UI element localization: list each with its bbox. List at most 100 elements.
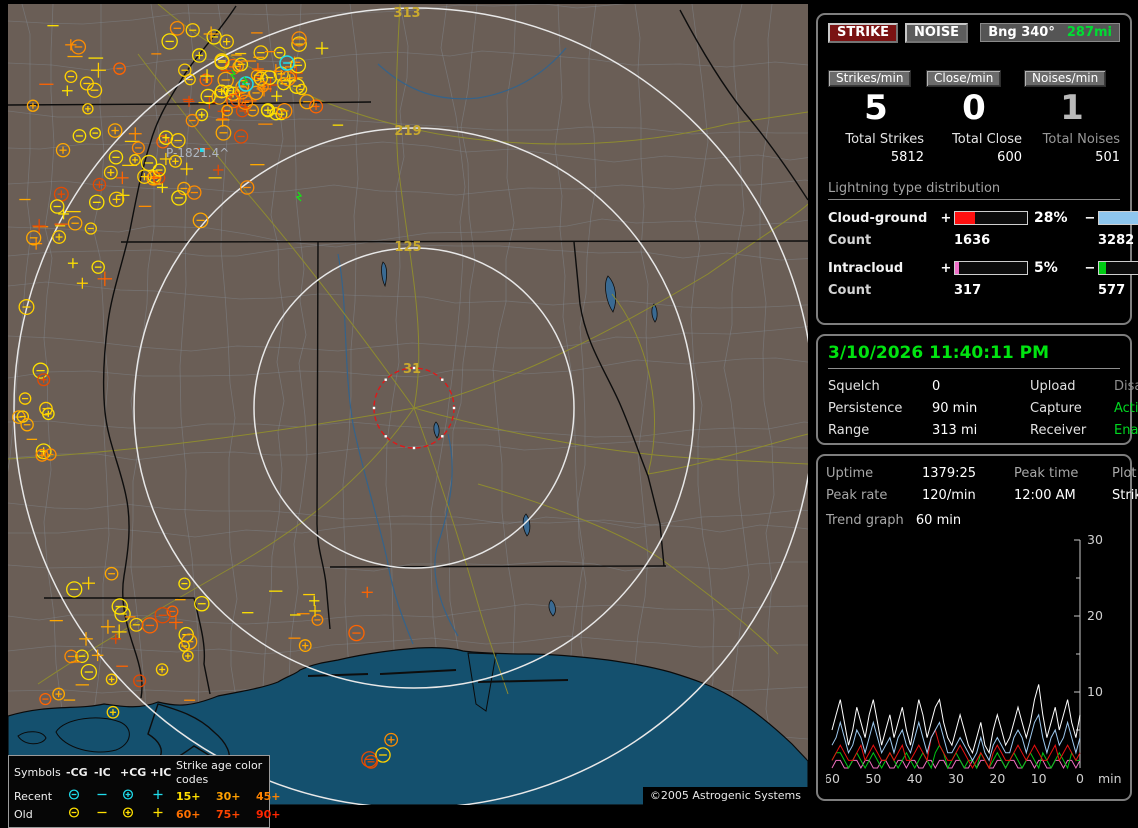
minus-sign: − [1084,210,1096,226]
strike-symbol [279,55,295,71]
legend-symbol-cell [120,788,150,805]
cg-minus-count: 3282 [1098,233,1135,248]
cg-plus-pct: 28% [1034,210,1068,226]
lakes [381,261,658,617]
strike-symbol [169,20,185,36]
trend-series-total-strikes [831,684,1081,755]
strike-symbol [108,191,125,208]
ring-label: 31 [403,362,421,377]
plot-value: Strike [1112,488,1138,503]
strike-symbol [90,62,106,78]
intracloud-row: Intracloud + 5% − 10% [828,260,1138,276]
x-axis-tick-label: 20 [989,771,1005,786]
strike-symbol [67,258,78,269]
strike-symbol [213,164,224,176]
recent-strike-flash [229,69,237,80]
strike-symbol [55,142,71,158]
strike-symbol [161,33,178,50]
lightning-map[interactable]: 313 219 125 31 P-1821.4^ Symbols -CG -IC +CG +I… [8,4,808,828]
ic-plus-pct: 5% [1034,260,1058,276]
recent-strike-flash [295,191,303,202]
session-grid: Uptime 1379:25 Peak time Plot Peak rate … [826,466,1138,503]
y-axis-tick-label: 30 [1087,532,1103,547]
total-noises-label: Total Noises [1042,132,1120,147]
ic-minus-bar [1098,261,1138,275]
status-label: Range [828,423,870,438]
minus-icon [97,793,107,796]
status-value: Disabled [1114,379,1138,394]
strikes-per-min-counter: Strikes/min 5 Total Strikes 5812 [828,70,924,165]
strike-symbol [108,150,124,165]
distribution-title: Lightning type distribution [828,181,1120,200]
storm-cell-label: P-1821.4^ [166,146,229,160]
receiver-status-grid: Squelch 0 Upload Disabled Persistence 90 min C… [828,379,1138,438]
map-canvas: 313 219 125 31 P-1821.4^ [8,4,808,805]
y-axis-tick-label: 20 [1087,608,1103,623]
x-axis-tick-label: 30 [948,771,964,786]
strike-mode-button[interactable]: STRIKE [828,23,899,43]
strike-symbol [82,103,94,115]
strike-symbol [194,595,210,612]
legend-symbols-header: Symbols [14,766,61,779]
peak-rate-label: Peak rate [826,488,888,503]
total-noises-value: 501 [1095,150,1120,165]
legend-symbol-cell [66,806,94,823]
strike-stats-box: STRIKE NOISE Bng 340° 287mi Strikes/min 5… [816,13,1138,325]
strike-symbol [37,373,51,387]
strike-symbol [182,650,194,662]
x-axis-unit-label: min [1098,771,1122,786]
strike-symbol [178,577,191,590]
cloud-ground-row: Cloud-ground + 28% − 56% [828,210,1138,226]
count-label: Count [828,233,872,248]
strike-symbol [39,692,52,706]
status-label: Persistence [828,401,903,416]
strike-symbol [82,576,96,590]
strike-symbol [32,362,49,379]
legend-age-value: 75+ [216,807,241,821]
storm-track-label: P-1821.4^ [166,146,229,160]
strike-symbol [80,663,98,681]
bearing-range-value: 287mi [1066,25,1112,40]
strike-symbol [215,124,232,141]
strike-symbol [295,83,308,96]
noise-mode-button[interactable]: NOISE [905,23,969,43]
trend-window-value: 60 min [915,513,962,528]
strike-symbol [129,154,141,166]
circle-plus-icon [122,807,134,818]
strike-symbol [18,299,35,316]
strike-symbol [191,48,207,63]
strike-symbol [52,230,67,244]
strike-symbol [72,129,87,143]
strike-symbol [183,95,195,107]
strike-symbol [86,82,103,98]
noises-per-min-label: Noises/min [1024,70,1107,87]
x-axis-tick-label: 40 [907,771,923,786]
status-label: Squelch [828,379,880,394]
legend-age-value: 90+ [256,807,281,821]
peak-rate-value: 120/min [922,488,976,503]
minus-icon [97,811,107,814]
status-box: 3/10/2026 11:40:11 PM Squelch 0 Upload Disa… [816,334,1138,445]
strike-symbol [155,663,169,676]
close-per-min-value: 0 [962,88,986,128]
ring-label: 219 [394,124,421,139]
ic-minus-count: 577 [1098,283,1126,298]
legend-symbol-cell [120,806,150,823]
plot-label: Plot [1112,466,1137,481]
strike-symbol [168,615,183,630]
cloud-ground-counts: Count 1636 3282 [828,233,1134,248]
legend-col-header: -CG [66,766,88,779]
rivers [337,47,567,645]
strike-symbol [105,673,118,686]
status-label: Receiver [1030,423,1087,438]
legend-symbol-cell [150,806,176,823]
strike-symbol [141,617,158,634]
legend-symbol-cell [94,806,120,823]
status-value: 313 mi [932,423,978,438]
trend-graph-label: Trend graph [826,513,904,528]
y-axis-tick-label: 10 [1087,684,1103,699]
strike-symbol [361,586,373,598]
strike-symbol [253,71,269,86]
strike-symbol [116,171,129,185]
strike-symbol [26,99,40,112]
